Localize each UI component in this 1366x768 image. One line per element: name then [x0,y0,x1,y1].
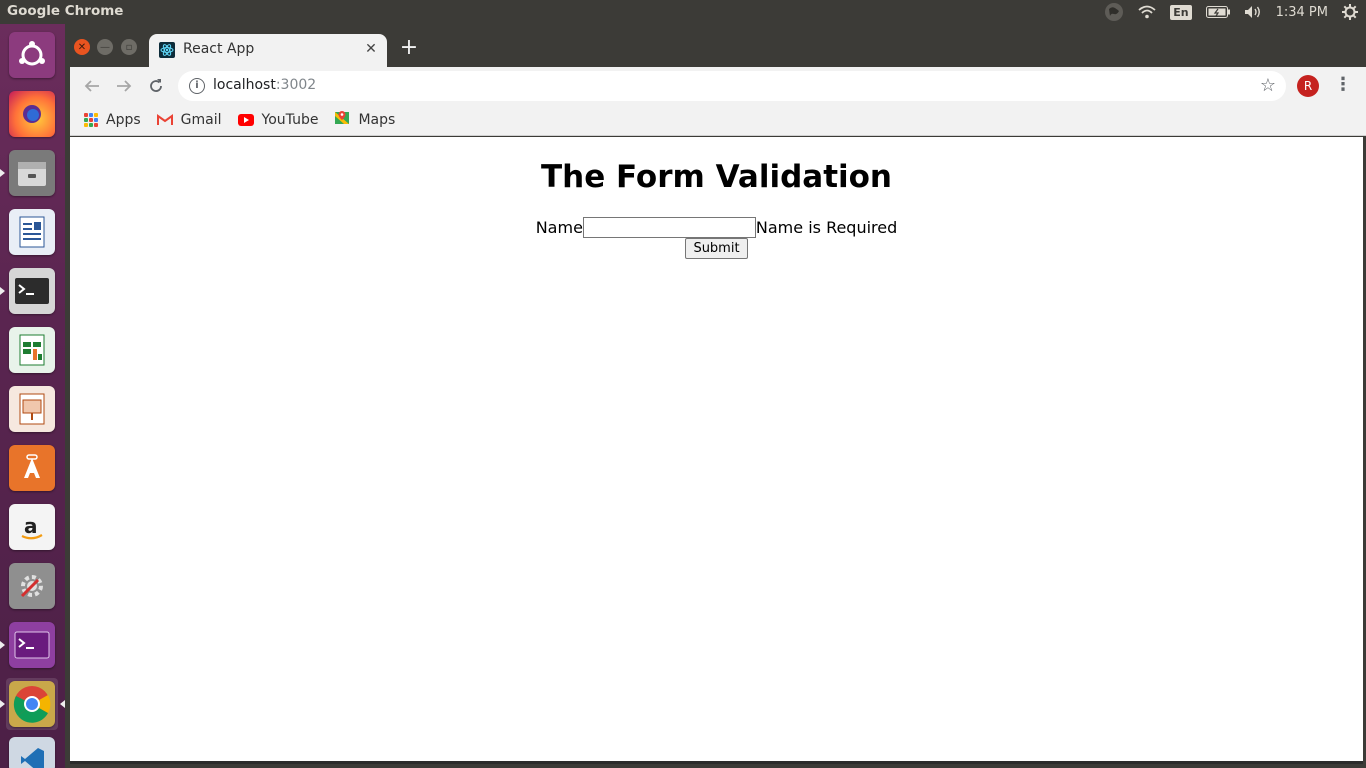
wifi-icon[interactable] [1138,5,1156,19]
bookmarks-bar: Apps Gmail YouTube Maps [70,105,1366,136]
svg-text:a: a [24,514,38,538]
browser-toolbar: i localhost:3002 ☆ R ⋮ [70,67,1366,105]
tab-close-icon[interactable]: ✕ [363,41,379,57]
amazon-icon: a [9,504,55,550]
bookmark-apps[interactable]: Apps [84,112,141,128]
back-arrow-icon[interactable] [80,74,104,98]
page-viewport: The Form Validation Name Name is Require… [70,137,1363,764]
active-app-title: Google Chrome [7,3,124,19]
maps-icon [334,110,350,130]
tab-title: React App [183,41,255,57]
name-input[interactable] [582,217,756,238]
bookmark-gmail-label: Gmail [180,112,222,128]
firefox-icon [9,91,55,137]
bookmark-apps-label: Apps [106,112,141,128]
reload-icon[interactable] [144,74,168,98]
bookmark-youtube[interactable]: YouTube [237,112,319,128]
launcher-item-dash[interactable] [6,29,58,81]
new-tab-plus-icon[interactable]: + [399,37,419,59]
window-close-icon[interactable]: ✕ [74,39,90,55]
launcher-item-software[interactable] [6,442,58,494]
window-minimize-icon[interactable]: — [97,39,113,55]
volume-icon[interactable] [1244,5,1262,19]
unity-launcher: a [0,24,65,768]
launcher-item-firefox[interactable] [6,88,58,140]
bookmark-maps-label: Maps [358,112,396,128]
chrome-icon [9,681,55,727]
url-port: :3002 [275,77,317,93]
launcher-item-calc[interactable] [6,324,58,376]
page-title: The Form Validation [540,159,893,195]
launcher-item-writer[interactable] [6,206,58,258]
site-info-icon[interactable]: i [189,78,205,94]
react-favicon-icon [159,42,175,58]
window-maximize-icon[interactable]: ▫ [121,39,137,55]
tab-strip: ✕ — ▫ React App ✕ + [65,24,1366,67]
top-panel: Google Chrome En 1:34 PM [0,0,1366,24]
gmail-icon [156,114,173,126]
chrome-menu-icon[interactable]: ⋮ [1334,74,1352,98]
impress-icon [9,386,55,432]
launcher-item-terminal[interactable] [0,265,58,317]
system-gear-icon[interactable] [1342,4,1358,20]
terminal-icon [9,268,55,314]
launcher-item-files[interactable] [0,147,58,199]
submit-row: Submit [70,238,1363,259]
name-error-message: Name is Required [755,218,898,237]
battery-icon[interactable] [1205,6,1230,18]
submit-button[interactable]: Submit [685,238,748,259]
tab-react-app[interactable]: React App ✕ [149,34,387,67]
name-form-row: Name Name is Required [70,217,1363,238]
bookmark-star-icon[interactable]: ☆ [1260,75,1276,96]
files-icon [9,150,55,196]
bookmark-youtube-label: YouTube [261,112,319,128]
profile-avatar[interactable]: R [1297,75,1319,97]
forward-arrow-icon[interactable] [112,74,136,98]
youtube-icon [237,114,254,126]
ubuntu-logo-icon [9,32,55,78]
url-text: localhost:3002 [213,77,316,93]
chrome-window: ✕ — ▫ React App ✕ + i localhost:3002 ☆ R… [65,24,1366,768]
bookmark-gmail[interactable]: Gmail [156,112,222,128]
clock[interactable]: 1:34 PM [1276,5,1328,20]
apps-grid-icon [84,113,98,127]
name-label: Name [535,218,583,237]
address-bar[interactable]: i localhost:3002 ☆ [178,71,1286,101]
bookmark-maps[interactable]: Maps [334,110,395,130]
keyboard-language-indicator[interactable]: En [1170,4,1192,20]
writer-icon [9,209,55,255]
calc-icon [9,327,55,373]
settings-icon [9,563,55,609]
launcher-item-chrome[interactable] [0,678,65,730]
launcher-item-settings[interactable] [6,560,58,612]
url-host: localhost [213,77,276,93]
vscode-icon [9,737,55,768]
panel-indicators: En 1:34 PM [1104,0,1358,24]
launcher-item-terminal-2[interactable] [0,619,58,671]
network-globe-icon[interactable] [1104,2,1124,22]
terminal-purple-icon [9,622,55,668]
launcher-item-vscode[interactable] [6,737,58,768]
launcher-item-impress[interactable] [6,383,58,435]
software-center-icon [9,445,55,491]
launcher-item-amazon[interactable]: a [6,501,58,553]
